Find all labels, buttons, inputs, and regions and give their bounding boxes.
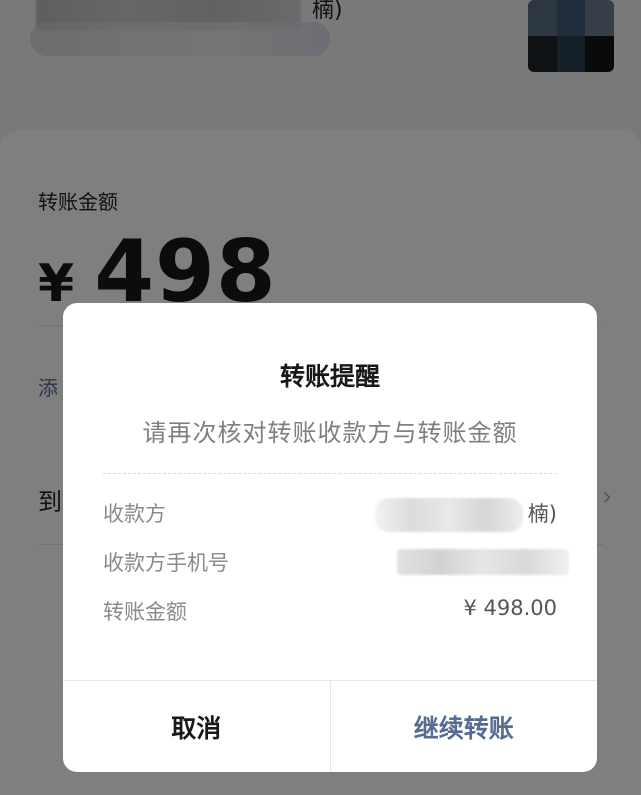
dialog-button-bar: 取消 继续转账 bbox=[63, 680, 597, 772]
payee-label: 收款方 bbox=[103, 502, 166, 526]
amount-row: 转账金额 ¥ 498.00 bbox=[103, 596, 557, 626]
payee-phone-blurred bbox=[397, 549, 569, 575]
payee-value: 楠) bbox=[527, 502, 557, 526]
payee-phone-label: 收款方手机号 bbox=[103, 551, 229, 575]
cancel-button[interactable]: 取消 bbox=[63, 681, 331, 772]
continue-transfer-button[interactable]: 继续转账 bbox=[331, 681, 598, 772]
payee-row: 收款方 楠) bbox=[103, 498, 557, 532]
dialog-title: 转账提醒 bbox=[279, 362, 380, 391]
dashed-divider bbox=[103, 473, 557, 474]
transfer-reminder-dialog: 转账提醒 请再次核对转账收款方与转账金额 收款方 楠) 收款方手机号 转账金额 … bbox=[63, 303, 597, 772]
payee-phone-row: 收款方手机号 bbox=[103, 547, 569, 577]
dialog-subtitle: 请再次核对转账收款方与转账金额 bbox=[142, 419, 518, 447]
amount-row-label: 转账金额 bbox=[103, 600, 187, 624]
payee-name-blurred bbox=[375, 498, 523, 532]
amount-row-value: ¥ 498.00 bbox=[463, 596, 557, 620]
